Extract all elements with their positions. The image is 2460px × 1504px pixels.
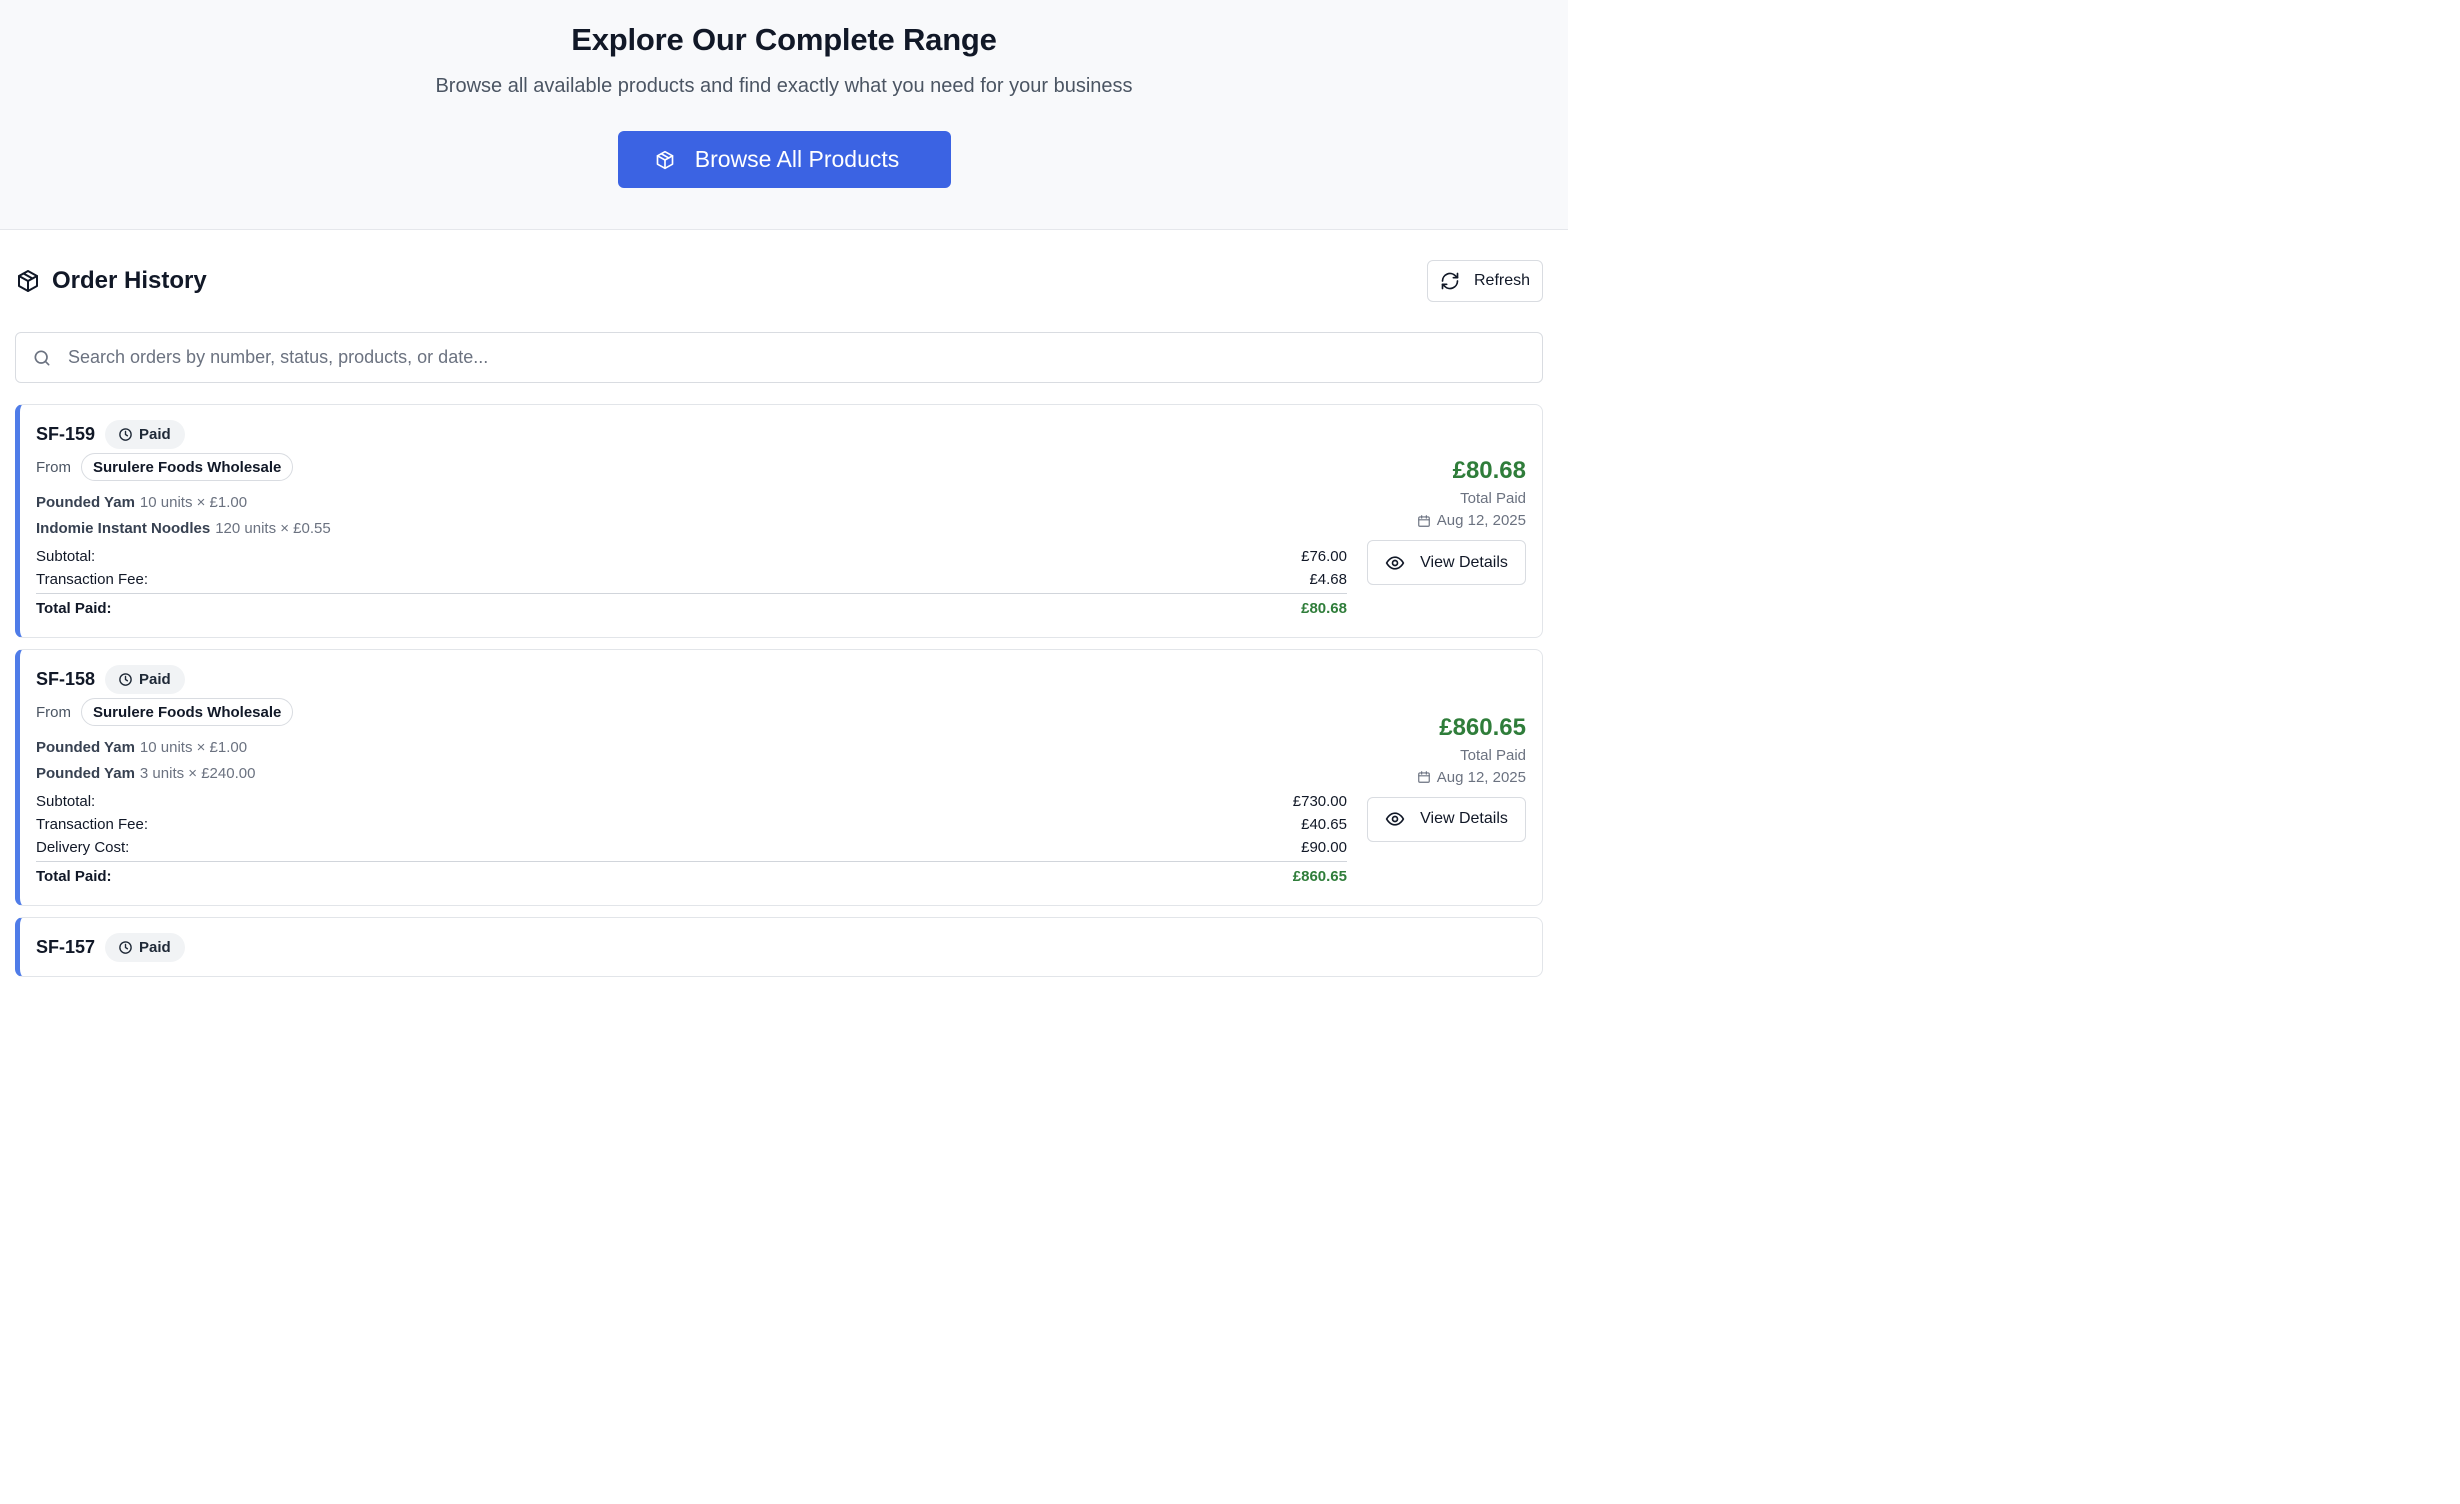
total-paid-value: £860.65 — [1292, 868, 1347, 885]
view-details-label: View Details — [1420, 810, 1508, 827]
item-quantity: 10 units × £1.00 — [139, 738, 248, 756]
subtotal-label: Subtotal: — [36, 548, 96, 565]
item-name: Pounded Yam — [36, 738, 135, 756]
total-paid-caption: Total Paid — [1460, 490, 1526, 507]
status-label: Paid — [139, 670, 171, 688]
order-history-title: Order History — [52, 267, 207, 294]
order-number: SF-159 — [36, 423, 96, 444]
status-label: Paid — [139, 425, 171, 443]
hero-title: Explore Our Complete Range — [571, 22, 997, 57]
order-date: Aug 12, 2025 — [1417, 512, 1526, 529]
order-card: SF-158 Paid From Surulere Foods Wholesal… — [15, 649, 1543, 906]
transaction-fee-value: £40.65 — [1301, 816, 1347, 833]
item-name: Pounded Yam — [36, 493, 135, 511]
calendar-icon — [1417, 770, 1431, 784]
order-card: SF-157 Paid — [15, 917, 1543, 977]
order-date-text: Aug 12, 2025 — [1436, 768, 1526, 786]
refresh-label: Refresh — [1473, 272, 1531, 289]
item-name: Indomie Instant Noodles — [36, 519, 211, 537]
order-search-box — [15, 332, 1543, 383]
item-quantity: 10 units × £1.00 — [139, 493, 248, 511]
total-paid-value: £80.68 — [1301, 600, 1347, 617]
transaction-fee-value: £4.68 — [1309, 571, 1347, 588]
from-label: From — [36, 703, 71, 721]
order-total-amount: £80.68 — [1452, 457, 1526, 484]
clock-icon — [118, 672, 133, 687]
delivery-cost-value: £90.00 — [1301, 839, 1347, 856]
item-quantity: 120 units × £0.55 — [215, 519, 331, 537]
order-total-amount: £860.65 — [1439, 713, 1526, 741]
item-quantity: 3 units × £240.00 — [139, 764, 256, 782]
subtotal-value: £730.00 — [1292, 793, 1347, 810]
order-number: SF-157 — [36, 936, 96, 957]
view-details-label: View Details — [1420, 553, 1508, 571]
order-date: Aug 12, 2025 — [1417, 769, 1526, 786]
clock-icon — [118, 427, 133, 442]
order-totals: Subtotal: £730.00 Transaction Fee: £40.6… — [36, 790, 1347, 891]
item-name: Pounded Yam — [36, 764, 135, 782]
hero-banner: Explore Our Complete Range Browse all av… — [0, 0, 1568, 230]
list-item: Pounded Yam 10 units × £1.00 — [36, 489, 1347, 515]
status-badge: Paid — [105, 932, 185, 962]
subtotal-value: £76.00 — [1301, 548, 1347, 565]
order-number: SF-158 — [36, 668, 96, 689]
refresh-icon — [1440, 271, 1460, 291]
list-item: Indomie Instant Noodles 120 units × £0.5… — [36, 515, 1347, 541]
browse-all-products-button[interactable]: Browse All Products — [617, 131, 951, 188]
refresh-button[interactable]: Refresh — [1427, 260, 1543, 302]
view-details-button[interactable]: View Details — [1367, 540, 1526, 585]
total-paid-label: Total Paid: — [36, 600, 112, 617]
vendor-name: Surulere Foods Wholesale — [81, 698, 294, 726]
browse-all-products-label: Browse All Products — [694, 146, 900, 172]
order-totals: Subtotal: £76.00 Transaction Fee: £4.68 … — [36, 545, 1347, 623]
list-item: Pounded Yam 10 units × £1.00 — [36, 734, 1347, 760]
package-icon — [16, 269, 40, 293]
transaction-fee-label: Transaction Fee: — [36, 816, 148, 833]
transaction-fee-label: Transaction Fee: — [36, 571, 148, 588]
order-items: Pounded Yam 10 units × £1.00 Pounded Yam… — [36, 734, 1347, 786]
hero-subtitle: Browse all available products and find e… — [435, 75, 1133, 97]
calendar-icon — [1417, 514, 1431, 528]
order-list: SF-159 Paid From Surulere Foods Wholesal… — [15, 404, 1543, 977]
search-icon — [32, 348, 52, 368]
eye-icon — [1385, 809, 1405, 829]
vendor-name: Surulere Foods Wholesale — [81, 453, 294, 481]
view-details-button[interactable]: View Details — [1367, 796, 1526, 842]
search-input[interactable] — [68, 347, 1542, 368]
status-badge: Paid — [105, 419, 185, 449]
total-paid-label: Total Paid: — [36, 868, 112, 885]
order-date-text: Aug 12, 2025 — [1436, 512, 1526, 529]
status-label: Paid — [139, 938, 171, 956]
package-icon — [655, 150, 675, 170]
total-paid-caption: Total Paid — [1460, 746, 1526, 764]
status-badge: Paid — [105, 664, 185, 694]
order-card: SF-159 Paid From Surulere Foods Wholesal… — [15, 404, 1543, 638]
order-history-header: Order History Refresh — [15, 230, 1543, 332]
list-item: Pounded Yam 3 units × £240.00 — [36, 760, 1347, 786]
order-items: Pounded Yam 10 units × £1.00 Indomie Ins… — [36, 489, 1347, 541]
eye-icon — [1385, 553, 1405, 573]
delivery-cost-label: Delivery Cost: — [36, 839, 130, 856]
from-label: From — [36, 458, 71, 476]
clock-icon — [118, 940, 133, 955]
subtotal-label: Subtotal: — [36, 793, 96, 810]
